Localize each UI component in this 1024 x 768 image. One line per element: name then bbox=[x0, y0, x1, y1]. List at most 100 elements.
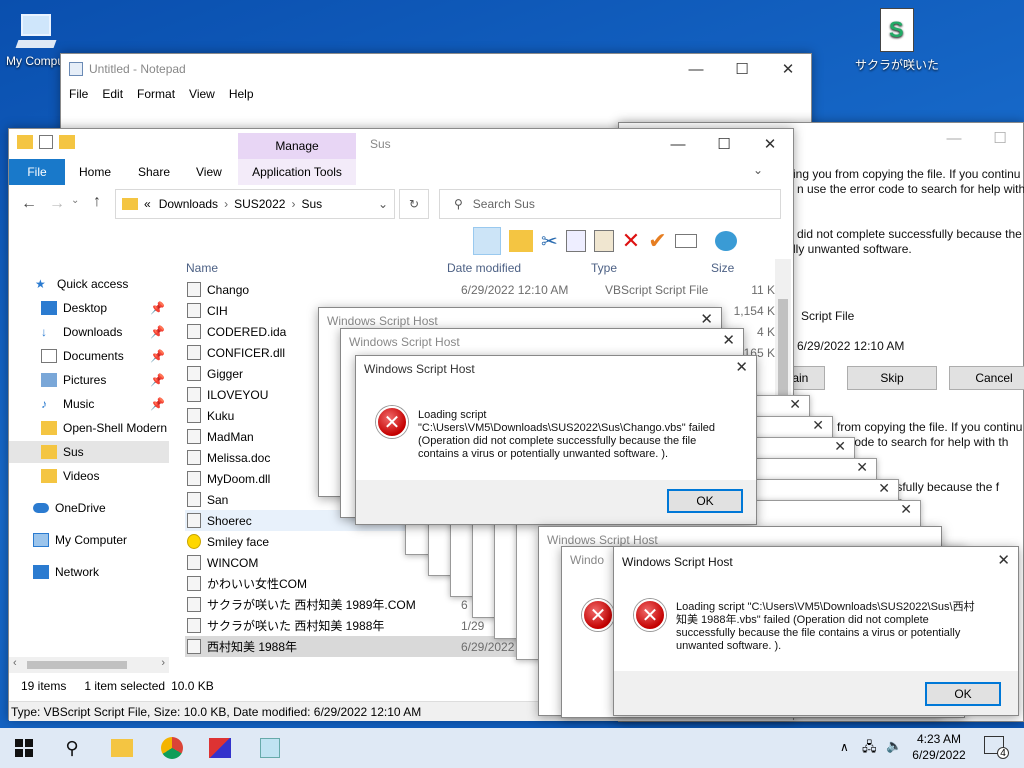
ribbon-expand-icon[interactable]: ⌄ bbox=[753, 163, 763, 177]
close-icon[interactable]: ✕ bbox=[900, 501, 912, 518]
pin-icon[interactable]: 📌 bbox=[150, 301, 165, 315]
file-explorer-icon[interactable] bbox=[108, 734, 136, 762]
close-icon[interactable]: ✕ bbox=[700, 310, 713, 328]
menu-help[interactable]: Help bbox=[229, 87, 254, 101]
menu-edit[interactable]: Edit bbox=[102, 87, 123, 101]
maximize-button[interactable]: ☐ bbox=[719, 54, 765, 84]
close-icon[interactable]: ✕ bbox=[812, 417, 824, 434]
rename-icon[interactable] bbox=[674, 234, 697, 248]
nav-sus[interactable]: Sus bbox=[9, 441, 169, 463]
up-icon[interactable]: ↑ bbox=[93, 193, 101, 211]
file-row[interactable]: Chango 6/29/2022 12:10 AM VBScript Script … bbox=[185, 279, 785, 300]
minimize-button[interactable]: — bbox=[655, 129, 701, 159]
close-icon[interactable]: ✕ bbox=[735, 358, 748, 376]
nav-network[interactable]: Network bbox=[9, 561, 169, 583]
wsh-dialog-nishimura[interactable]: Windows Script Host ✕ ✕ Loading script "… bbox=[613, 546, 1019, 716]
new-folder-icon[interactable] bbox=[59, 135, 75, 149]
nav-downloads[interactable]: ↓ Downloads 📌 bbox=[9, 321, 169, 343]
cancel-button[interactable]: Cancel bbox=[949, 366, 1024, 390]
maximize-button[interactable]: ☐ bbox=[977, 123, 1023, 153]
nav-quick-access[interactable]: ★ Quick access bbox=[9, 273, 169, 295]
copy-icon[interactable] bbox=[565, 230, 586, 252]
tab-file[interactable]: File bbox=[9, 159, 65, 185]
folder-open-icon[interactable] bbox=[509, 230, 533, 252]
nav-open-shell[interactable]: Open-Shell Modern bbox=[9, 417, 169, 439]
nav-videos[interactable]: Videos bbox=[9, 465, 169, 487]
properties-icon[interactable] bbox=[39, 135, 53, 149]
skip-button[interactable]: Skip bbox=[847, 366, 937, 390]
close-icon[interactable]: ✕ bbox=[856, 459, 868, 476]
notepad-window[interactable]: Untitled - Notepad — ☐ ✕ File Edit Forma… bbox=[60, 53, 812, 133]
nav-desktop[interactable]: Desktop 📌 bbox=[9, 297, 169, 319]
scroll-thumb[interactable] bbox=[778, 299, 788, 409]
folder-icon[interactable] bbox=[17, 135, 33, 149]
scissors-icon[interactable]: ✂ bbox=[541, 229, 558, 254]
preview-pane-icon[interactable] bbox=[473, 227, 501, 255]
minimize-button[interactable]: — bbox=[931, 123, 977, 153]
address-bar[interactable]: « Downloads › SUS2022 › Sus ⌄ bbox=[115, 189, 395, 219]
desktop-icon-sakura[interactable]: S サクラが咲いた bbox=[852, 8, 942, 73]
pin-icon[interactable]: 📌 bbox=[150, 373, 165, 387]
breadcrumb-overflow[interactable]: « bbox=[144, 197, 151, 211]
column-type[interactable]: Type bbox=[591, 261, 617, 275]
pin-icon[interactable]: 📌 bbox=[150, 349, 165, 363]
minimize-button[interactable]: — bbox=[673, 54, 719, 84]
breadcrumb-downloads[interactable]: Downloads bbox=[159, 197, 218, 211]
breadcrumb-sus2022[interactable]: SUS2022 bbox=[234, 197, 285, 211]
tab-share[interactable]: Share bbox=[138, 159, 170, 185]
close-icon[interactable]: ✕ bbox=[878, 480, 890, 497]
nav-documents[interactable]: Documents 📌 bbox=[9, 345, 169, 367]
search-input[interactable]: ⚲ Search Sus bbox=[439, 189, 781, 219]
scroll-left-icon[interactable]: ‹ bbox=[13, 657, 17, 669]
scroll-thumb[interactable] bbox=[27, 661, 127, 669]
close-button[interactable]: ✕ bbox=[747, 129, 793, 159]
maximize-button[interactable]: ☐ bbox=[701, 129, 747, 159]
tab-view[interactable]: View bbox=[196, 159, 222, 185]
nav-music[interactable]: ♪ Music 📌 bbox=[9, 393, 169, 415]
scroll-right-icon[interactable]: › bbox=[161, 657, 165, 669]
search-icon[interactable]: ⚲ bbox=[58, 734, 86, 762]
menu-file[interactable]: File bbox=[69, 87, 88, 101]
forward-icon[interactable]: → bbox=[49, 195, 65, 213]
pin-icon[interactable]: 📌 bbox=[150, 397, 165, 411]
start-button[interactable] bbox=[10, 734, 38, 762]
back-icon[interactable]: ← bbox=[21, 195, 37, 213]
close-icon[interactable]: ✕ bbox=[722, 331, 735, 349]
column-size[interactable]: Size bbox=[711, 261, 734, 275]
chrome-icon[interactable] bbox=[158, 734, 186, 762]
ok-button[interactable]: OK bbox=[667, 489, 743, 513]
tab-application-tools[interactable]: Application Tools bbox=[238, 159, 356, 185]
recent-dropdown-icon[interactable]: ⌄ bbox=[71, 195, 79, 206]
nav-onedrive[interactable]: OneDrive bbox=[9, 497, 169, 519]
close-icon[interactable]: ✕ bbox=[834, 438, 846, 455]
nav-pictures[interactable]: Pictures 📌 bbox=[9, 369, 169, 391]
shell-icon[interactable] bbox=[714, 231, 737, 251]
notepad-taskbar-icon[interactable] bbox=[256, 734, 284, 762]
wsh-dialog-chango[interactable]: Windows Script Host ✕ ✕ Loading script "… bbox=[355, 355, 757, 525]
nav-my-computer[interactable]: My Computer bbox=[9, 529, 169, 551]
refresh-icon[interactable]: ↻ bbox=[399, 189, 429, 219]
close-icon[interactable]: ✕ bbox=[997, 551, 1010, 569]
close-icon[interactable]: ✕ bbox=[789, 396, 801, 413]
close-button[interactable]: ✕ bbox=[765, 54, 811, 84]
paste-icon[interactable] bbox=[593, 230, 614, 252]
delete-icon[interactable]: ✕ bbox=[622, 228, 640, 254]
notification-center-icon[interactable]: 4 bbox=[984, 736, 1009, 759]
breadcrumb-sus[interactable]: Sus bbox=[301, 197, 322, 211]
pin-icon[interactable]: 📌 bbox=[150, 325, 165, 339]
app-icon[interactable] bbox=[206, 734, 234, 762]
clock[interactable]: 4:23 AM 6/29/2022 bbox=[906, 731, 972, 763]
tab-home[interactable]: Home bbox=[79, 159, 111, 185]
menu-view[interactable]: View bbox=[189, 87, 215, 101]
volume-icon[interactable]: 🔈 bbox=[886, 738, 902, 754]
ok-button[interactable]: OK bbox=[925, 682, 1001, 706]
manage-tab-header[interactable]: Manage bbox=[238, 133, 356, 159]
horizontal-scrollbar[interactable]: ‹ › bbox=[9, 657, 169, 673]
column-date-modified[interactable]: Date modified bbox=[447, 261, 521, 275]
checkmark-icon[interactable]: ✔ bbox=[648, 228, 666, 254]
chevron-down-icon[interactable]: ⌄ bbox=[378, 197, 388, 211]
column-name[interactable]: Name bbox=[186, 261, 218, 275]
show-hidden-icons[interactable]: ∧ bbox=[840, 740, 849, 754]
menu-format[interactable]: Format bbox=[137, 87, 175, 101]
network-tray-icon[interactable]: 🖧 bbox=[862, 738, 877, 760]
